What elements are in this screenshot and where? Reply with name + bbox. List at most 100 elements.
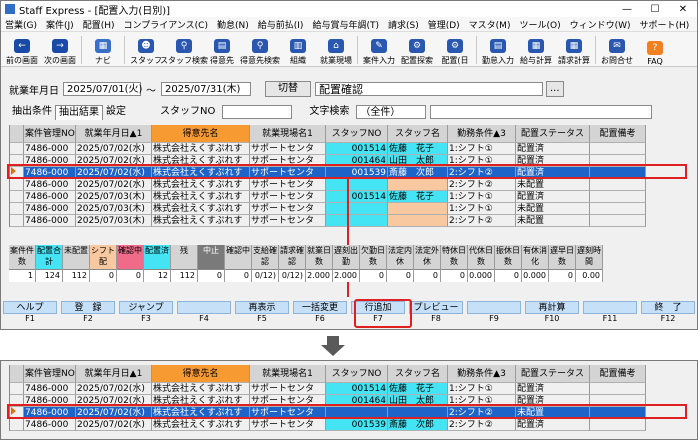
menu-item[interactable]: ツール(O)	[519, 18, 560, 31]
menu-item[interactable]: マスタ(M)	[469, 18, 511, 31]
function-key-button[interactable]: 登 録	[61, 301, 115, 314]
text-search-select[interactable]: （全件）	[356, 105, 427, 119]
column-header[interactable]: スタッフNO	[326, 125, 388, 143]
toolbar-label: お問合せ	[601, 56, 633, 65]
toolbar-button[interactable]: → 次の画面	[41, 34, 79, 66]
column-header[interactable]: 案件管理NO	[24, 365, 76, 383]
column-header[interactable]: 就業年月日▲1	[76, 125, 152, 143]
toolbar-button[interactable]: ▤ 勤怠入力	[479, 34, 517, 66]
column-header[interactable]: 就業年月日▲1	[76, 365, 152, 383]
toolbar-button[interactable]: ⚲ スタッフ検索	[160, 34, 208, 66]
menu-item[interactable]: 案件(J)	[46, 18, 74, 31]
menu-item[interactable]: コンプライアンス(C)	[123, 18, 208, 31]
tab-settings[interactable]: 設定	[103, 105, 129, 119]
toolbar-icon: ☻	[138, 39, 154, 53]
mode-more-button[interactable]: ...	[546, 81, 564, 97]
column-header[interactable]: 案件管理NO	[24, 125, 76, 143]
function-key-button[interactable]: 一括変更	[293, 301, 347, 314]
function-key[interactable]: F9	[465, 301, 523, 329]
function-key-button[interactable]	[177, 301, 231, 314]
function-key[interactable]: 登 録 F2	[59, 301, 117, 329]
function-key[interactable]: プレビュー F8	[407, 301, 465, 329]
column-header[interactable]: 配置備考	[590, 365, 646, 383]
function-key[interactable]: ヘルプ F1	[1, 301, 59, 329]
text-search-input[interactable]	[430, 105, 653, 119]
date-from-input[interactable]: 2025/07/01(火)	[63, 82, 142, 96]
function-key-button[interactable]	[467, 301, 521, 314]
toolbar-icon: ?	[647, 41, 663, 55]
column-header[interactable]: スタッフ名	[388, 365, 448, 383]
toolbar-button[interactable]: ▦ 請求計算	[555, 34, 593, 66]
function-key[interactable]: F4	[175, 301, 233, 329]
function-key[interactable]: 終 了 F12	[639, 301, 697, 329]
mode-select[interactable]: 配置確認	[315, 82, 543, 96]
function-key-button[interactable]: ジャンプ	[119, 301, 173, 314]
staff-no-select[interactable]	[222, 105, 293, 119]
summary-header: 確認中	[117, 245, 143, 270]
maximize-button[interactable]: ☐	[641, 4, 669, 15]
column-header[interactable]: 就業現場名1	[250, 365, 326, 383]
row-marker-header	[10, 125, 24, 143]
column-header[interactable]: 得意先名	[152, 365, 250, 383]
close-button[interactable]: ✕	[669, 4, 697, 15]
menu-item[interactable]: 営業(G)	[5, 18, 37, 31]
column-header[interactable]: 配置ステータス	[516, 365, 590, 383]
table-row[interactable]: 7486-000 2025/07/03(木) 株式会社えくすぷれす サポートセンタ 1:…	[10, 203, 694, 215]
function-key-button[interactable]: 終 了	[641, 301, 695, 314]
toolbar-button[interactable]: ? FAQ	[636, 34, 674, 66]
column-header[interactable]: スタッフ名	[388, 125, 448, 143]
table-row[interactable]: 7486-000 2025/07/02(水) 株式会社えくすぷれす サポートセンタ 00…	[10, 383, 694, 395]
function-key-button[interactable]: ヘルプ	[3, 301, 57, 314]
table-row[interactable]: 7486-000 2025/07/02(水) 株式会社えくすぷれす サポートセンタ 2:…	[10, 179, 694, 191]
function-key-button[interactable]	[583, 301, 637, 314]
menu-item[interactable]: 勤怠(N)	[217, 18, 249, 31]
table-row[interactable]: 7486-000 2025/07/02(水) 株式会社えくすぷれす サポートセンタ 00…	[10, 143, 694, 155]
toolbar-button[interactable]: ⚙ 配置探索	[398, 34, 436, 66]
table-row[interactable]: 7486-000 2025/07/03(木) 株式会社えくすぷれす サポートセンタ 2:…	[10, 215, 694, 227]
toolbar-button[interactable]: ▦ ナビ	[84, 34, 122, 66]
column-header[interactable]: 得意先名	[152, 125, 250, 143]
toolbar-button[interactable]: ▥ 組織	[279, 34, 317, 66]
toolbar-button[interactable]: ⚲ 得意先検索	[240, 34, 280, 66]
column-header[interactable]: 勤務条件▲3	[448, 365, 516, 383]
tab-extract-results[interactable]: 抽出結果	[55, 105, 103, 120]
menu-item[interactable]: 請求(S)	[388, 18, 419, 31]
function-key-button[interactable]: 再表示	[235, 301, 289, 314]
summary-value: 0.000	[468, 270, 494, 282]
function-key[interactable]: ジャンプ F3	[117, 301, 175, 329]
toolbar-button[interactable]: ⌂ 就業現場	[317, 34, 355, 66]
toolbar-button[interactable]: ▤ 得意先	[203, 34, 241, 66]
column-header[interactable]: 配置ステータス	[516, 125, 590, 143]
toolbar-icon: ⚲	[176, 39, 192, 53]
menu-item[interactable]: サポート(H)	[640, 18, 690, 31]
toolbar-button[interactable]: ⚙ 配置(日	[436, 34, 474, 66]
toolbar-label: 前の画面	[6, 56, 38, 65]
minimize-button[interactable]: —	[613, 4, 641, 15]
tab-extract-conditions[interactable]: 抽出条件	[9, 105, 55, 119]
column-header[interactable]: 配置備考	[590, 125, 646, 143]
switch-button[interactable]: 切替	[265, 81, 311, 97]
function-key[interactable]: 一括変更 F6	[291, 301, 349, 329]
function-key-button[interactable]: 再計算	[525, 301, 579, 314]
function-key[interactable]: 再計算 F10	[523, 301, 581, 329]
table-row[interactable]: 7486-000 2025/07/02(水) 株式会社えくすぷれす サポートセンタ 00…	[10, 419, 694, 431]
date-to-input[interactable]: 2025/07/31(木)	[161, 82, 251, 96]
menu-item[interactable]: 給与前払(I)	[258, 18, 304, 31]
row-marker	[10, 179, 24, 191]
menu-item[interactable]: 配置(H)	[83, 18, 115, 31]
menu-item[interactable]: ウィンドウ(W)	[570, 18, 631, 31]
cell-client: 株式会社えくすぷれす	[152, 215, 250, 227]
menu-item[interactable]: 給与賞与年調(T)	[312, 18, 379, 31]
column-header[interactable]: 就業現場名1	[250, 125, 326, 143]
toolbar-button[interactable]: ▦ 給与計算	[517, 34, 555, 66]
table-row[interactable]: 7486-000 2025/07/03(木) 株式会社えくすぷれす サポートセンタ 00…	[10, 191, 694, 203]
toolbar-button[interactable]: ✉ お問合せ	[598, 34, 636, 66]
function-key[interactable]: F11	[581, 301, 639, 329]
function-key-button[interactable]: プレビュー	[409, 301, 463, 314]
function-key[interactable]: 再表示 F5	[233, 301, 291, 329]
column-header[interactable]: スタッフNO	[326, 365, 388, 383]
toolbar-button[interactable]: ← 前の画面	[3, 34, 41, 66]
menu-item[interactable]: 管理(D)	[428, 18, 460, 31]
toolbar-button[interactable]: ✎ 案件入力	[360, 34, 398, 66]
column-header[interactable]: 勤務条件▲3	[448, 125, 516, 143]
